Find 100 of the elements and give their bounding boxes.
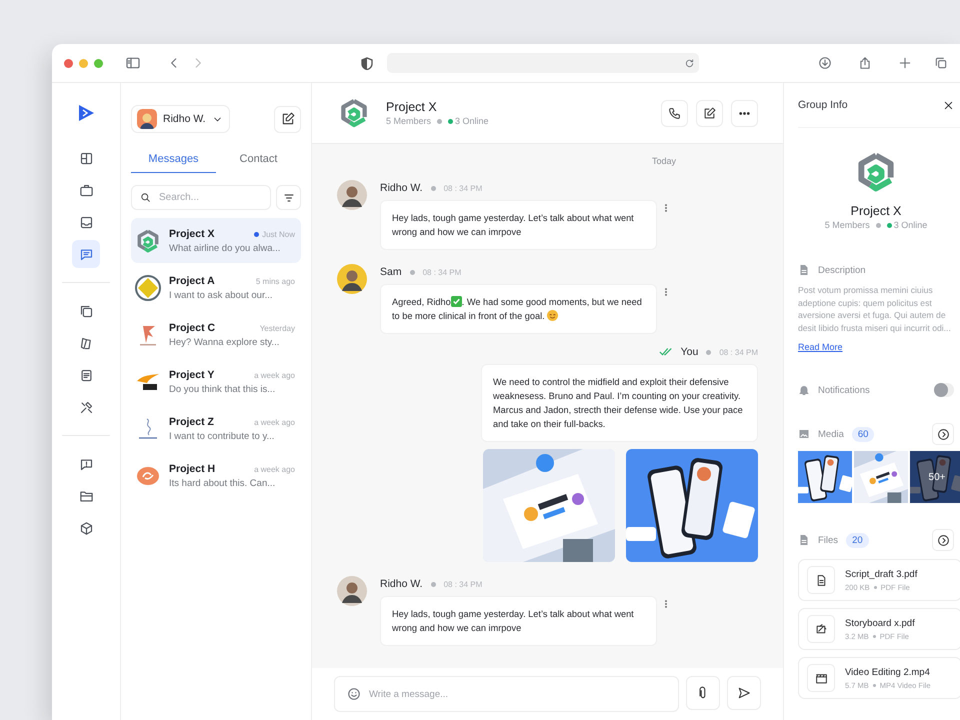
sidebar-icon[interactable]	[125, 55, 141, 71]
attach-button[interactable]	[686, 676, 720, 710]
chat-title: Project X	[386, 100, 438, 114]
dashboard-icon	[78, 150, 94, 166]
call-button[interactable]	[661, 100, 688, 126]
chat-time: a week ago	[254, 418, 295, 426]
section-label: Files	[818, 534, 838, 546]
emoji-icon[interactable]	[347, 687, 361, 701]
notifications-toggle[interactable]	[934, 383, 954, 397]
chat-list-item[interactable]: Project X Just Now What airline do you alwa...	[131, 218, 301, 263]
filter-icon	[282, 192, 294, 204]
shield-icon	[361, 56, 373, 70]
file-name: Script_draft 3.pdf	[845, 568, 918, 580]
chat-name: Project C	[169, 322, 216, 334]
online-count: 3 Online	[894, 220, 928, 230]
message-time: 08 : 34 PM	[444, 580, 482, 588]
online-count: 3 Online	[455, 116, 489, 126]
send-button[interactable]	[727, 676, 761, 710]
section-label: Notifications	[818, 384, 870, 396]
author-name: Sam	[380, 266, 402, 278]
member-count: 5 Members	[386, 116, 432, 126]
search-field[interactable]: Search...	[158, 186, 262, 209]
bell-icon	[798, 384, 810, 396]
author-name: You	[680, 346, 698, 358]
phone-icon	[668, 106, 681, 120]
chat-name: Project X	[169, 228, 215, 240]
chat-preview: Its hard about this. Can...	[169, 478, 276, 489]
send-icon	[737, 686, 751, 700]
reload-icon[interactable]	[684, 58, 695, 68]
arrow-right-circle-icon	[936, 428, 950, 440]
arrow-right-circle-icon	[936, 534, 950, 546]
user-menu[interactable]: Ridho W.	[131, 105, 230, 133]
file-name: Video Editing 2.mp4	[845, 666, 930, 678]
chat-name: Project H	[169, 463, 216, 475]
chat-list-item[interactable]: Project C Yesterday Hey? Wanna explore sty...	[131, 312, 301, 357]
more-button[interactable]	[731, 100, 758, 126]
edit-icon	[703, 106, 716, 120]
chat-name: Project A	[169, 275, 215, 287]
new-tab-icon[interactable]	[898, 56, 912, 70]
chat-time: a week ago	[254, 464, 295, 474]
close-icon[interactable]	[943, 100, 954, 110]
chat-list-item[interactable]: Project Y a week ago Do you think that this is...	[131, 359, 301, 404]
chat-time: Yesterday	[260, 324, 295, 332]
chat-time: a week ago	[254, 370, 295, 380]
author-name: Ridho W.	[380, 182, 423, 194]
check-emoji-icon	[450, 296, 462, 307]
image-icon	[798, 428, 810, 440]
chat-list-item[interactable]: Project Z a week ago I want to contribute to y...	[131, 406, 301, 451]
files-next-button[interactable]	[932, 529, 954, 551]
message-bubble: Hey lads, tough game yesterday. Let’s talk about what went wrong and how we can imrpove	[380, 200, 657, 250]
chat-name: Project Y	[169, 369, 214, 381]
search-icon	[140, 191, 151, 204]
report-icon	[78, 456, 94, 472]
file-icon	[798, 534, 810, 546]
message-box[interactable]: Write a message...	[334, 676, 679, 712]
close-window-button[interactable]	[64, 58, 73, 68]
chat-preview: I want to contribute to y...	[169, 431, 276, 442]
count-badge: 20	[846, 532, 869, 548]
message-bubble: We need to control the midfield and exploit their defensive weaknesess. Bruno and Paul. I’m counting on your creativity. Marcus and Jadon, strecth their defense wide. Use your pace and take on their full-backs.	[481, 364, 758, 442]
smile-emoji-icon	[547, 310, 558, 321]
member-count: 5 Members	[824, 220, 870, 230]
share-icon[interactable]	[858, 56, 872, 70]
chat-preview: Hey? Wanna explore sty...	[169, 337, 280, 348]
briefcase-icon	[78, 182, 94, 198]
search-box[interactable]: Search...	[131, 185, 271, 210]
document-icon	[78, 368, 94, 382]
inbox-icon	[78, 214, 94, 230]
hexagon-logo-icon	[338, 97, 370, 129]
chat-name: Project Z	[169, 416, 214, 428]
chat-time: Just Now	[262, 230, 295, 238]
media-next-button[interactable]	[932, 423, 954, 445]
chat-nav-button[interactable]	[72, 240, 100, 268]
message-time: 08 : 34 PM	[444, 184, 482, 192]
message-bubble: Hey lads, tough game yesterday. Let’s talk about what went wrong and how we can imrpove	[380, 596, 657, 646]
edit-button[interactable]	[696, 100, 723, 126]
tab[interactable]: Messages	[131, 147, 216, 173]
play-logo-icon[interactable]	[76, 103, 96, 123]
group-name: Project X	[850, 204, 902, 218]
download-icon[interactable]	[818, 56, 832, 70]
more-media-count[interactable]: 50+	[928, 472, 946, 482]
chat-time: 5 mins ago	[256, 276, 295, 286]
compose-button[interactable]	[274, 106, 301, 132]
chat-preview: What airline do you alwa...	[169, 243, 282, 254]
tab[interactable]: Contact	[216, 147, 301, 173]
filter-button[interactable]	[276, 185, 301, 210]
read-more-link[interactable]: Read More	[798, 342, 843, 352]
panel-title: Group Info	[798, 99, 848, 111]
cube-icon	[78, 520, 94, 536]
clapperboard-icon	[814, 672, 828, 684]
tabs-icon[interactable]	[934, 56, 948, 70]
file-icon	[798, 264, 810, 276]
edit-icon	[280, 112, 294, 126]
count-badge: 60	[852, 426, 874, 442]
section-label: Description	[818, 264, 866, 276]
cards-icon	[78, 336, 94, 350]
author-name: Ridho W.	[380, 578, 423, 590]
chat-list-item[interactable]: Project H a week ago Its hard about this. Can...	[131, 453, 301, 498]
file-name: Storyboard x.pdf	[845, 618, 915, 628]
chat-list-item[interactable]: Project A 5 mins ago I want to ask about our...	[131, 265, 301, 310]
tools-icon	[78, 400, 94, 414]
